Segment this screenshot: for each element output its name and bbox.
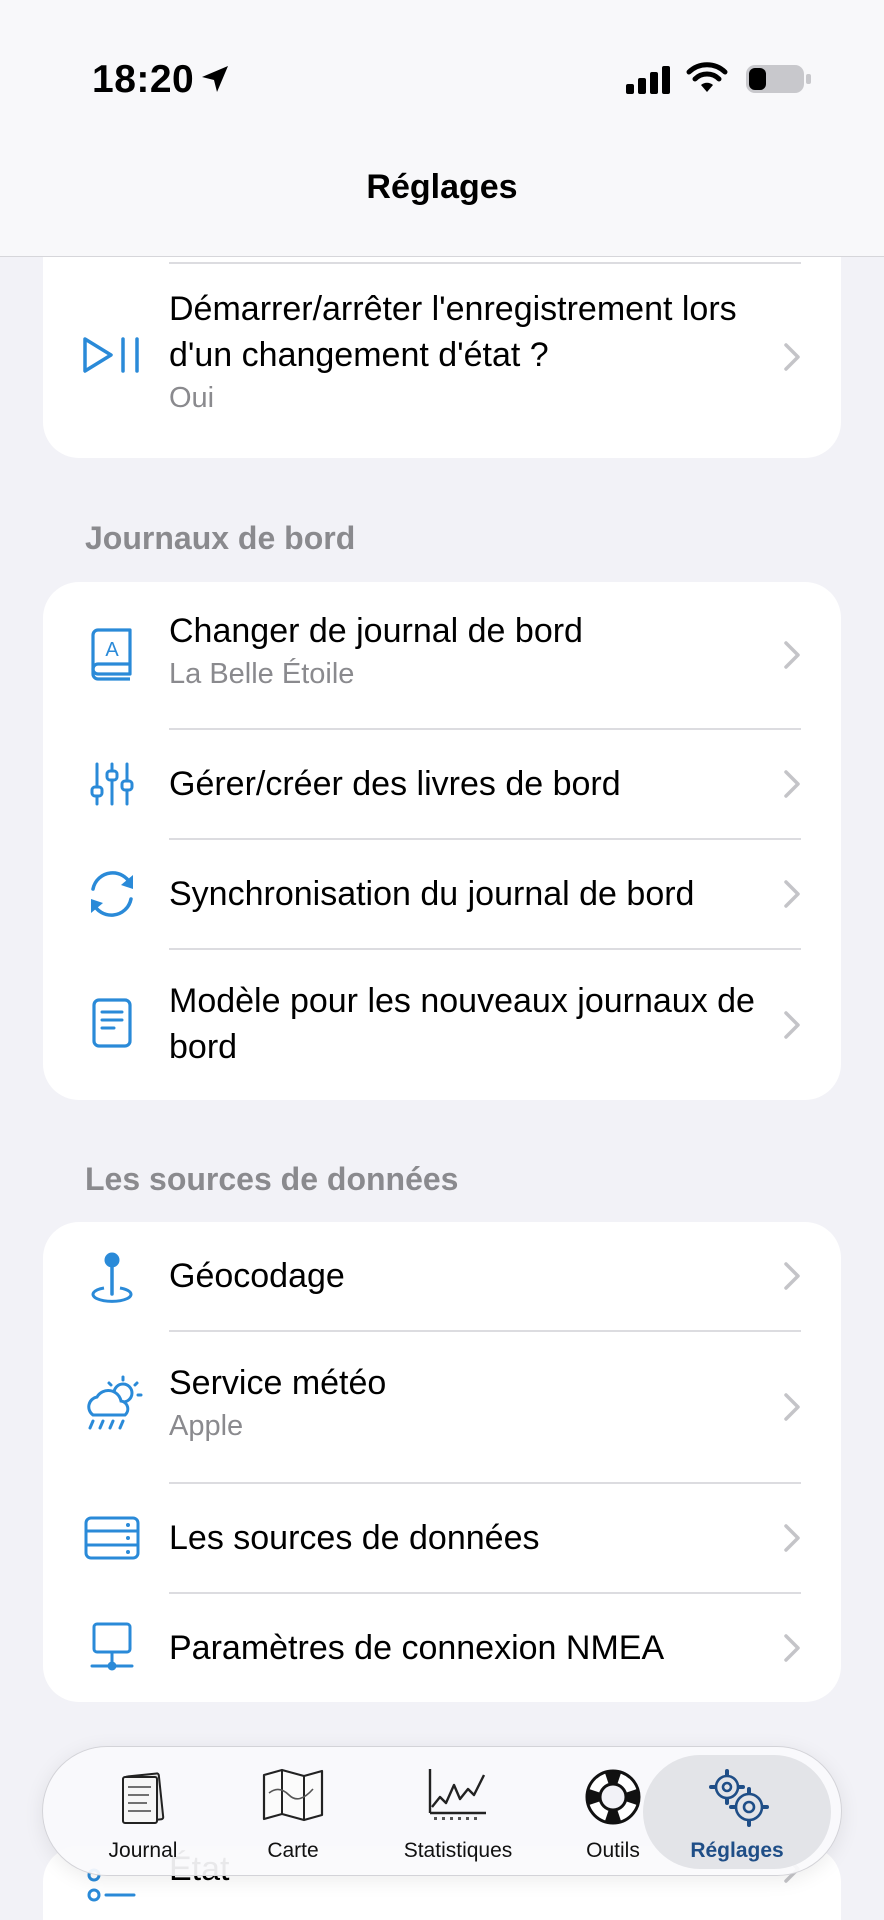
row-title: Gérer/créer des livres de bord — [169, 765, 621, 803]
pin-icon — [79, 1244, 145, 1310]
svg-text:A: A — [105, 639, 119, 661]
row-value: Apple — [169, 1410, 244, 1442]
tab-label: Carte — [267, 1839, 319, 1862]
tab-carte[interactable]: Carte — [233, 1747, 353, 1877]
row-value: Oui — [169, 382, 215, 414]
row-title: Changer de journal de bord — [169, 612, 583, 650]
network-icon — [79, 1615, 145, 1681]
logbook-template-row[interactable]: Modèle pour les nouveaux journaux de bor… — [43, 950, 841, 1100]
chevron-right-icon — [784, 1393, 800, 1421]
stats-tab-icon — [428, 1769, 486, 1820]
cellular-signal-icon — [626, 66, 670, 94]
tab-bar: Journal Carte Statistiques Outils Réglag… — [42, 1746, 842, 1876]
row-title: Paramètres de connexion NMEA — [169, 1629, 665, 1667]
manage-logbooks-row[interactable]: Gérer/créer des livres de bord — [43, 730, 841, 838]
battery-icon — [746, 65, 811, 93]
tab-statistiques[interactable]: Statistiques — [373, 1747, 543, 1877]
sliders-icon — [79, 751, 145, 817]
wifi-icon — [686, 62, 728, 92]
tab-label: Statistiques — [403, 1839, 513, 1862]
status-time: 18:20 — [92, 58, 195, 101]
play-pause-icon — [79, 322, 145, 388]
journal-tab-icon — [122, 1772, 165, 1824]
weather-icon — [79, 1372, 145, 1438]
tab-journal[interactable]: Journal — [83, 1747, 203, 1877]
navigation-bar: 18:20 Réglages — [0, 0, 884, 257]
row-title: Les sources de données — [169, 1519, 540, 1557]
row-title: Service météo — [169, 1364, 387, 1402]
row-title: Démarrer/arrêter l'enregistrement lors d… — [169, 290, 737, 374]
book-icon: A — [79, 622, 145, 688]
geocoding-row[interactable]: Géocodage — [43, 1222, 841, 1330]
chevron-right-icon — [784, 880, 800, 908]
server-icon — [79, 1505, 145, 1571]
row-title: Modèle pour les nouveaux journaux de bor… — [169, 982, 755, 1066]
map-tab-icon — [262, 1768, 324, 1822]
row-title: Synchronisation du journal de bord — [169, 875, 695, 913]
change-logbook-row[interactable]: A Changer de journal de bord La Belle Ét… — [43, 582, 841, 728]
page-title: Réglages — [366, 168, 518, 206]
chevron-right-icon — [784, 343, 800, 371]
logbook-sync-row[interactable]: Synchronisation du journal de bord — [43, 840, 841, 948]
gears-tab-icon — [709, 1769, 769, 1827]
start-stop-recording-row[interactable]: Démarrer/arrêter l'enregistrement lors d… — [43, 286, 841, 436]
section-header-logbooks: Journaux de bord — [85, 520, 356, 556]
logbooks-card: A Changer de journal de bord La Belle Ét… — [43, 582, 841, 1100]
location-arrow-icon — [202, 66, 228, 92]
weather-service-row[interactable]: Service météo Apple — [43, 1332, 841, 1482]
section-header-data-sources: Les sources de données — [85, 1161, 459, 1197]
divider — [169, 262, 801, 264]
lifebuoy-tab-icon — [585, 1769, 641, 1825]
chevron-right-icon — [784, 1524, 800, 1552]
data-sources-row[interactable]: Les sources de données — [43, 1484, 841, 1592]
chevron-right-icon — [784, 1634, 800, 1662]
sync-icon — [79, 861, 145, 927]
chevron-right-icon — [784, 641, 800, 669]
row-value: La Belle Étoile — [169, 658, 355, 690]
chevron-right-icon — [784, 1262, 800, 1290]
row-title: Géocodage — [169, 1257, 345, 1295]
tab-label: Réglages — [690, 1839, 784, 1862]
data-sources-card: Géocodage Service météo Apple Les source… — [43, 1222, 841, 1702]
tab-reglages[interactable]: Réglages — [643, 1755, 831, 1869]
chevron-right-icon — [784, 770, 800, 798]
chevron-right-icon — [784, 1011, 800, 1039]
document-icon — [79, 990, 145, 1056]
nmea-connection-row[interactable]: Paramètres de connexion NMEA — [43, 1594, 841, 1702]
tab-label: Journal — [108, 1839, 178, 1862]
